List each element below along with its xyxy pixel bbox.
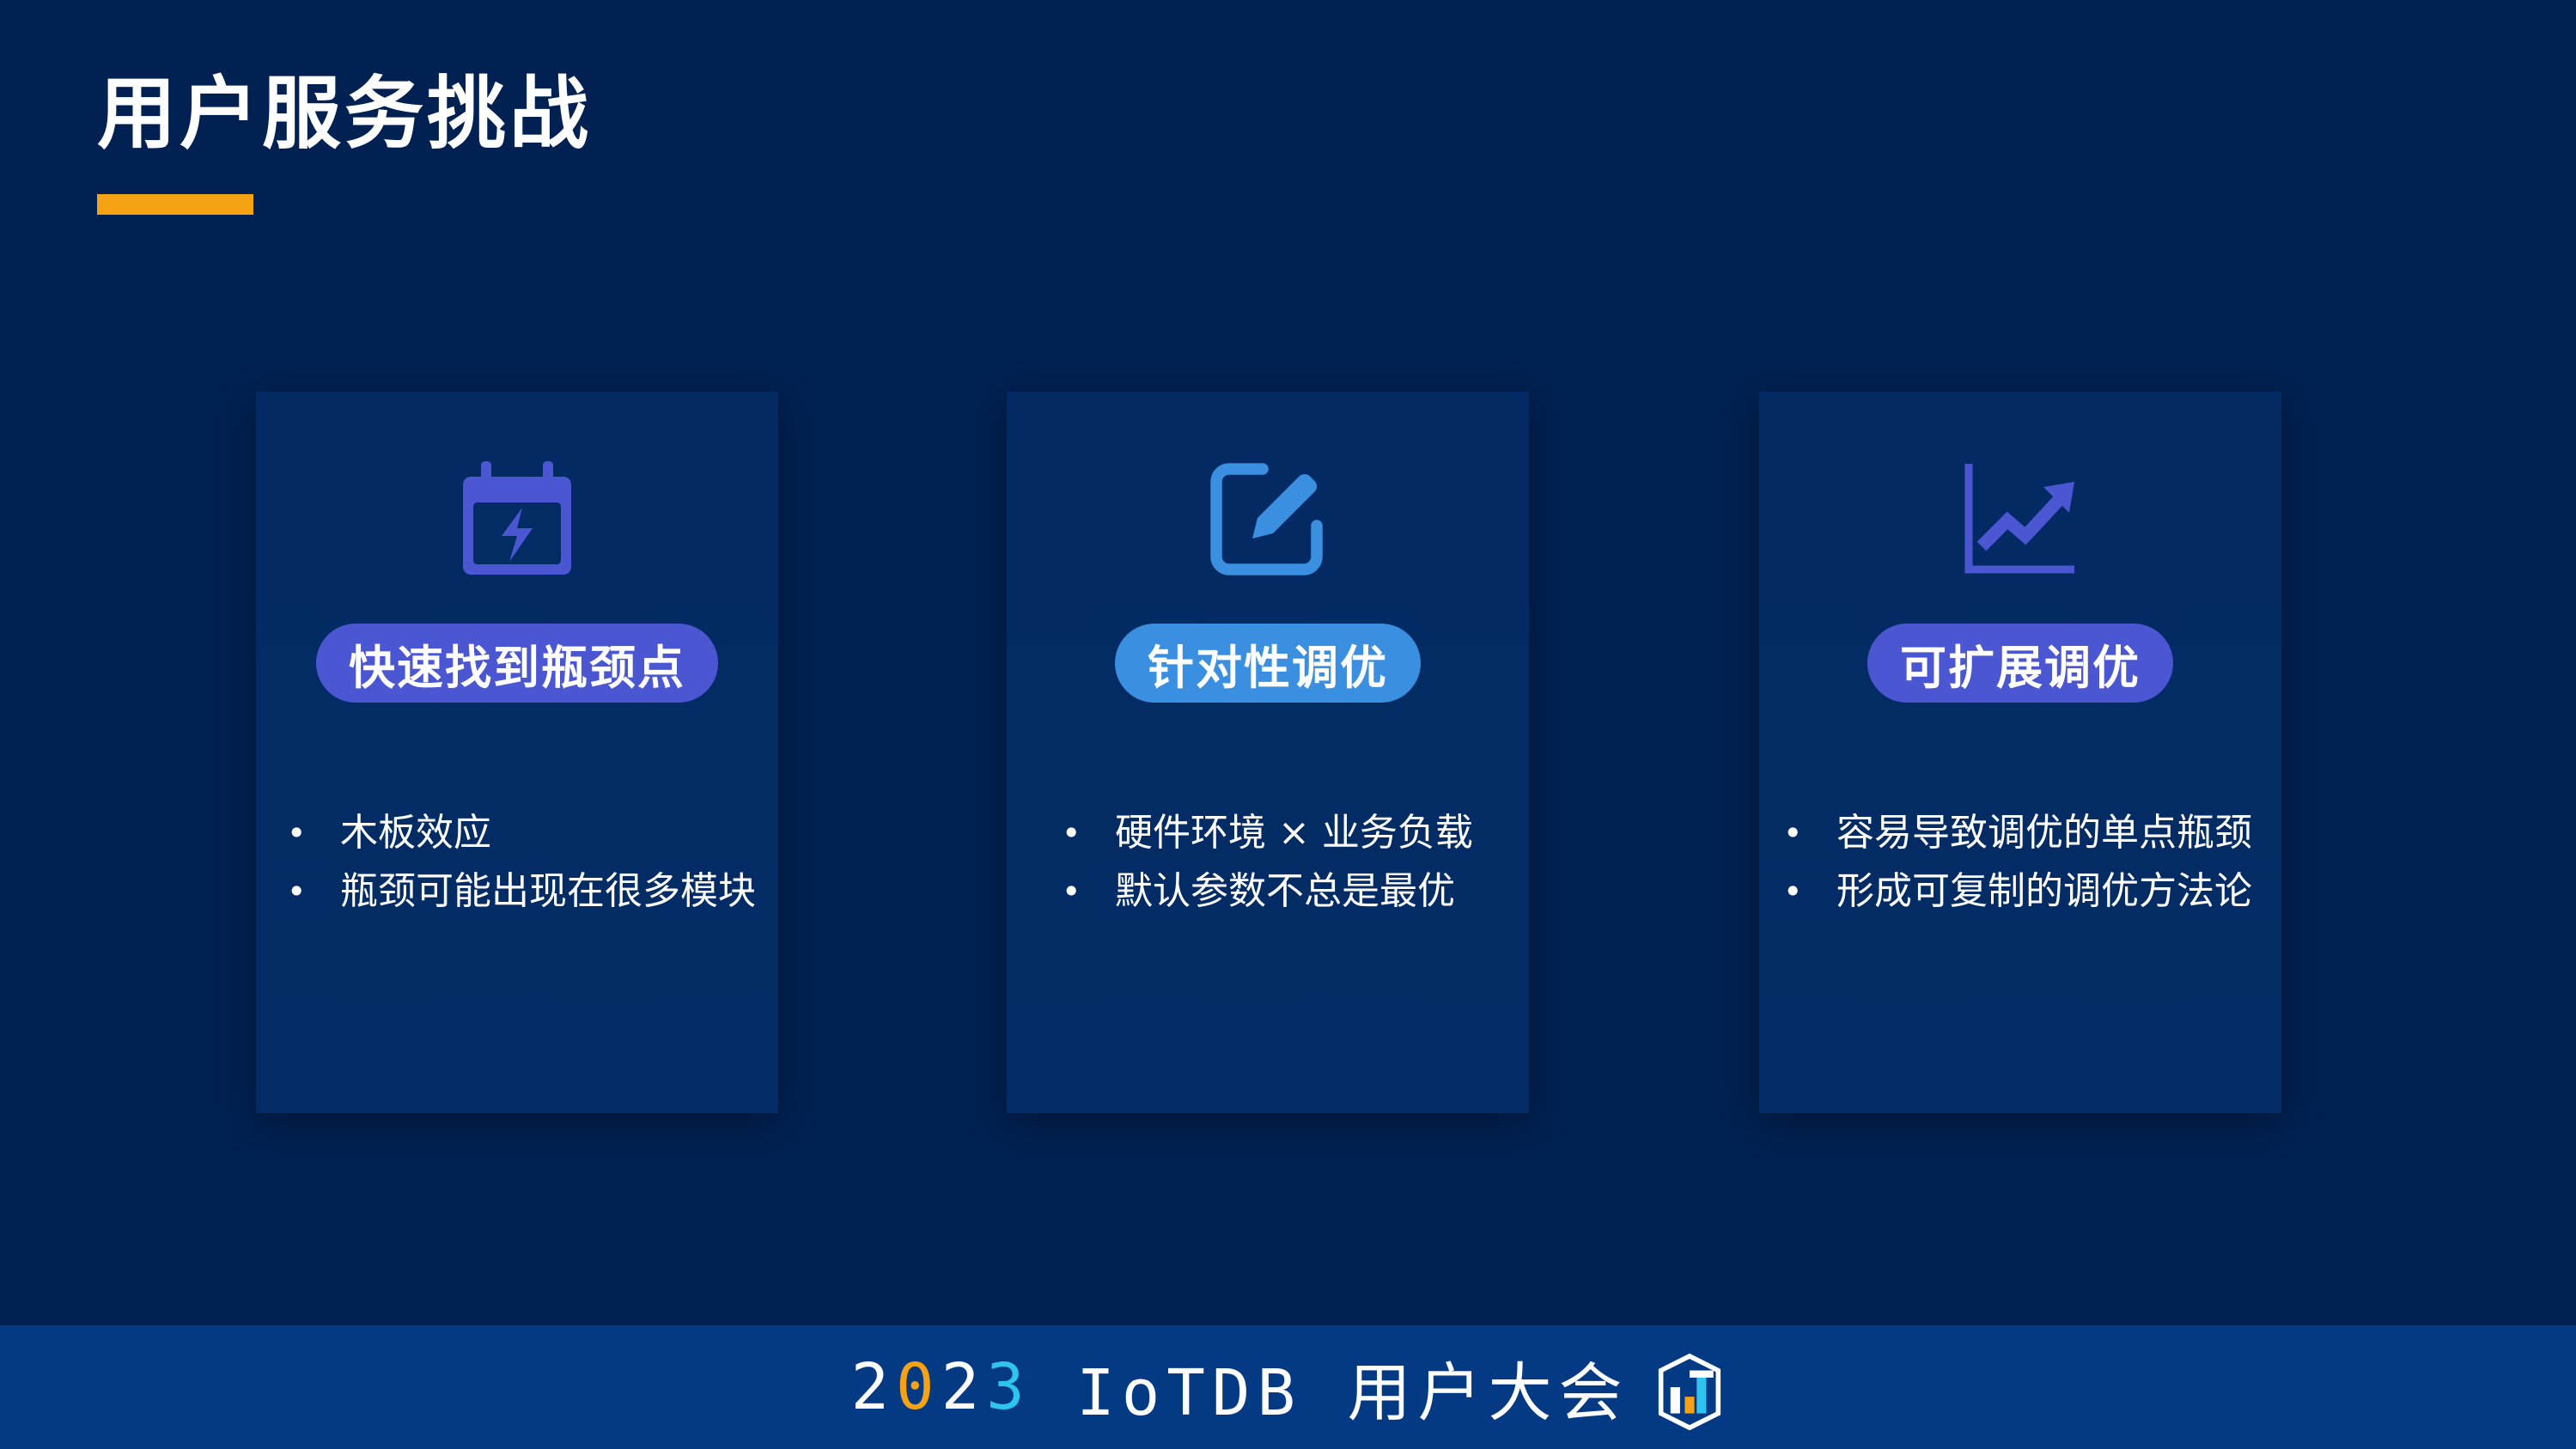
- list-item: 瓶颈可能出现在很多模块: [287, 862, 778, 921]
- edit-square-icon: [1210, 463, 1323, 575]
- card-targeted-tuning: 针对性调优 硬件环境 × 业务负载 默认参数不总是最优: [1007, 392, 1529, 1113]
- footer-digit: 2: [850, 1350, 896, 1424]
- footer-digit: 2: [941, 1350, 987, 1424]
- bullet-list: 硬件环境 × 业务负载 默认参数不总是最优: [1007, 804, 1529, 921]
- footer-event-title: 2023 IoTDB 用户大会: [850, 1342, 1725, 1434]
- footer-digit: 0: [896, 1350, 941, 1424]
- list-item: 硬件环境 × 业务负载: [1062, 804, 1529, 862]
- card-label-find-bottleneck: 快速找到瓶颈点: [316, 624, 718, 703]
- title-underline: [97, 194, 253, 215]
- iotdb-logo-icon: [1658, 1353, 1720, 1430]
- list-item: 默认参数不总是最优: [1062, 862, 1529, 921]
- trending-up-chart-icon: [1964, 464, 2074, 574]
- page-title: 用户服务挑战: [97, 68, 593, 160]
- card-label-scalable-tuning: 可扩展调优: [1867, 624, 2173, 703]
- bullet-list: 木板效应 瓶颈可能出现在很多模块: [256, 804, 778, 921]
- footer-bar: 2023 IoTDB 用户大会: [0, 1325, 2576, 1449]
- footer-digit: 3: [986, 1350, 1032, 1424]
- bullet-list: 容易导致调优的单点瓶颈 形成可复制的调优方法论: [1759, 804, 2281, 921]
- list-item: 木板效应: [287, 804, 778, 862]
- list-item: 形成可复制的调优方法论: [1783, 862, 2281, 921]
- list-item: 容易导致调优的单点瓶颈: [1783, 804, 2281, 862]
- card-label-targeted-tuning: 针对性调优: [1115, 624, 1421, 703]
- calendar-lightning-icon: [463, 461, 571, 575]
- footer-event-name: IoTDB 用户大会: [1031, 1355, 1629, 1430]
- card-scalable-tuning: 可扩展调优 容易导致调优的单点瓶颈 形成可复制的调优方法论: [1759, 392, 2281, 1113]
- card-find-bottleneck: 快速找到瓶颈点 木板效应 瓶颈可能出现在很多模块: [256, 392, 778, 1113]
